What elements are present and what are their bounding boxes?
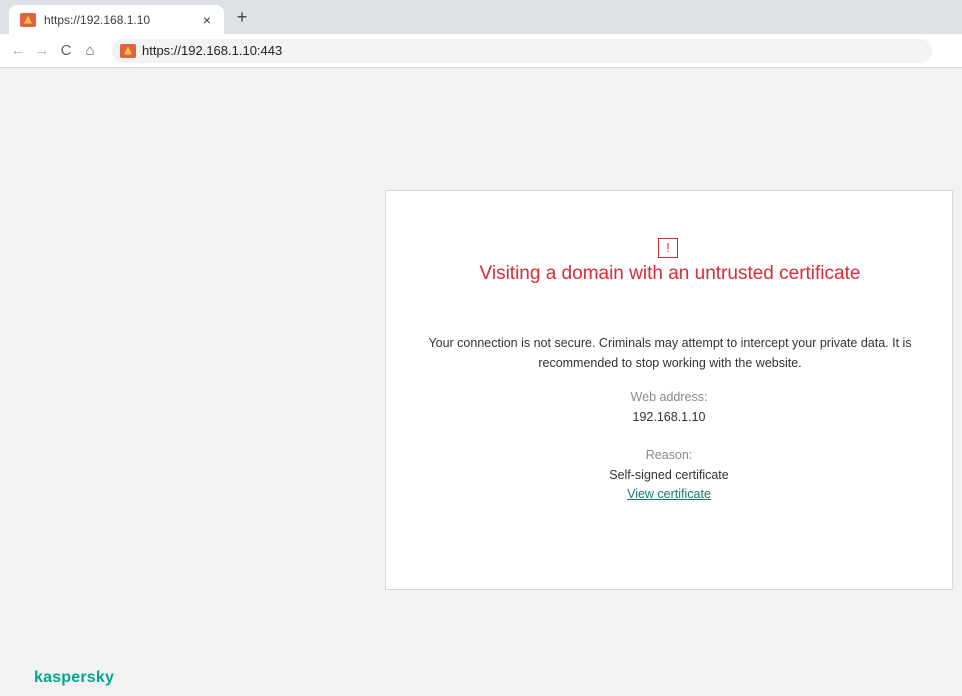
site-favicon-icon (120, 43, 136, 58)
home-button[interactable]: ⌂ (78, 42, 102, 59)
tab-strip: https://192.168.1.10 × + (0, 0, 962, 34)
web-address-label: Web address: (630, 390, 708, 404)
warning-description: Your connection is not secure. Criminals… (428, 336, 912, 370)
web-address-value: 192.168.1.10 (632, 410, 706, 424)
warning-card: ! Visiting a domain with an untrusted ce… (385, 190, 953, 590)
address-bar[interactable] (112, 38, 932, 63)
forward-button[interactable]: → (30, 42, 54, 59)
reason-value: Self-signed certificate (609, 468, 729, 482)
tab-title: https://192.168.1.10 (44, 12, 151, 27)
back-button[interactable]: ← (6, 42, 30, 59)
warning-title: Visiting a domain with an untrusted cert… (479, 263, 861, 284)
reload-button[interactable]: C (54, 42, 78, 59)
url-input[interactable] (142, 43, 842, 58)
close-tab-icon[interactable]: × (196, 12, 218, 28)
new-tab-button[interactable]: + (232, 7, 252, 28)
view-certificate-link[interactable]: View certificate (386, 487, 952, 501)
reason-label: Reason: (645, 448, 693, 462)
kaspersky-logo: kaspersky (34, 669, 115, 686)
browser-tab[interactable]: https://192.168.1.10 × (9, 5, 224, 34)
browser-toolbar: ← → C ⌂ (0, 34, 962, 68)
site-favicon-icon (20, 12, 36, 27)
warning-icon: ! (658, 238, 678, 258)
